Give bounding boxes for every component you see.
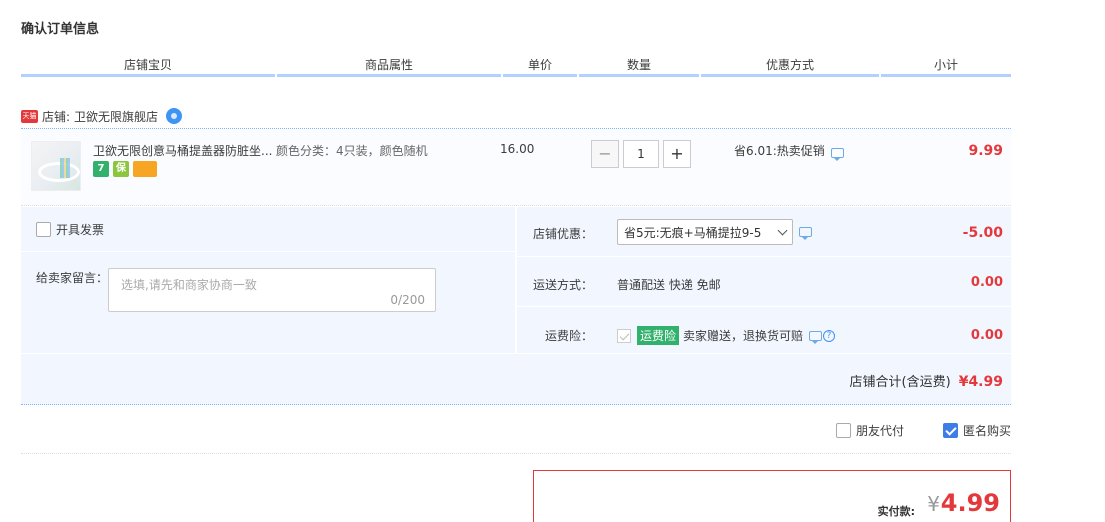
- shop-discount-amount: -5.00: [962, 225, 1003, 241]
- insurance-text: 卖家赠送，退换货可赔: [683, 329, 804, 343]
- friend-pay-checkbox[interactable]: [836, 423, 851, 438]
- seven-day-return-icon[interactable]: 7: [93, 161, 109, 177]
- seller-message-input[interactable]: 选填,请先和商家协商一致 0/200: [108, 268, 436, 312]
- shop-label: 店铺:: [42, 109, 71, 124]
- comment-icon[interactable]: [830, 147, 844, 161]
- shop-total-amount: ¥4.99: [958, 374, 1003, 390]
- comment-icon[interactable]: [809, 330, 823, 344]
- item-subtotal: 9.99: [968, 143, 1003, 159]
- shop-discount-value: 省5元:无痕+马桶提拉9-5: [624, 225, 762, 240]
- anonymous-option[interactable]: 匿名购买: [943, 422, 1011, 439]
- right-options-panel: 店铺优惠： 省5元:无痕+马桶提拉9-5 -5.00 运送方式： 普通配送 快递…: [517, 207, 1011, 353]
- col-header-attr: 商品属性: [277, 57, 501, 77]
- item-thumbnail[interactable]: [31, 141, 81, 191]
- col-header-promo: 优惠方式: [701, 57, 879, 77]
- shipping-amount: 0.00: [970, 275, 1003, 290]
- insurance-label: 运费险：: [544, 329, 593, 343]
- invoice-label: 开具发票: [56, 223, 105, 237]
- col-header-subtotal: 小计: [881, 57, 1011, 77]
- help-icon[interactable]: ?: [823, 329, 836, 342]
- order-options: 开具发票 给卖家留言： 选填,请先和商家协商一致 0/200 店铺优惠： 省5元…: [21, 207, 1011, 353]
- shop-discount-label: 店铺优惠：: [532, 227, 593, 241]
- message-label: 给卖家留言：: [36, 271, 109, 285]
- qty-plus-button[interactable]: +: [663, 140, 691, 168]
- item-row: 卫欲无限创意马桶提盖器防脏坐... 7 保 颜色分类：4只装，颜色随机 16.0…: [21, 128, 1011, 206]
- quantity-stepper: − 1 +: [591, 140, 691, 168]
- message-placeholder: 选填,请先和商家协商一致: [121, 278, 257, 292]
- tmall-icon: 天猫: [21, 109, 38, 123]
- col-header-item: 店铺宝贝: [21, 57, 275, 77]
- shipping-value: 普通配送 快递 免邮: [617, 278, 721, 292]
- shop-line: 天猫 店铺: 卫欲无限旗舰店: [21, 106, 183, 126]
- shop-discount-select[interactable]: 省5元:无痕+马桶提拉9-5: [617, 219, 793, 245]
- payment-label: 实付款:: [877, 505, 915, 518]
- guarantee-icon[interactable]: 保: [113, 161, 129, 177]
- col-header-price: 单价: [503, 57, 577, 77]
- credit-card-icon[interactable]: [133, 161, 157, 177]
- shipping-label: 运送方式：: [532, 278, 593, 292]
- item-service-badges: 7 保: [93, 161, 157, 177]
- item-promo: 省6.01:热卖促销: [734, 142, 844, 161]
- shop-name-link[interactable]: 卫欲无限旗舰店: [74, 108, 158, 125]
- item-attributes: 颜色分类：4只装，颜色随机: [276, 144, 428, 158]
- insurance-checkbox[interactable]: [617, 328, 631, 343]
- comment-icon[interactable]: [799, 227, 812, 240]
- message-char-count: 0/200: [390, 293, 425, 307]
- qty-minus-button[interactable]: −: [591, 140, 619, 168]
- payment-currency: ¥: [927, 492, 940, 516]
- anonymous-label: 匿名购买: [963, 424, 1012, 438]
- column-headers: 店铺宝贝 商品属性 单价 数量 优惠方式 小计: [21, 57, 1011, 77]
- chevron-down-icon: [777, 225, 788, 235]
- section-title: 确认订单信息: [21, 22, 100, 37]
- invoice-checkbox[interactable]: [36, 222, 51, 237]
- shop-total-bar: 店铺合计(含运费) ¥4.99: [21, 354, 1011, 405]
- invoice-option[interactable]: 开具发票: [36, 221, 104, 238]
- insurance-badge: 运费险: [637, 326, 680, 345]
- left-options-panel: 开具发票 给卖家留言： 选填,请先和商家协商一致 0/200: [21, 207, 515, 353]
- friend-pay-option[interactable]: 朋友代付: [836, 422, 904, 439]
- extra-options: 朋友代付 匿名购买: [21, 418, 1011, 454]
- insurance-amount: 0.00: [970, 328, 1003, 343]
- shop-total-label: 店铺合计(含运费): [849, 375, 951, 390]
- item-unit-price: 16.00: [500, 142, 535, 156]
- col-header-qty: 数量: [579, 57, 699, 77]
- promo-text: 省6.01:热卖促销: [734, 144, 825, 158]
- payment-amount: 4.99: [940, 489, 1000, 517]
- qty-input[interactable]: 1: [623, 140, 659, 168]
- anonymous-checkbox[interactable]: [943, 423, 958, 438]
- friend-pay-label: 朋友代付: [856, 424, 905, 438]
- wangwang-chat-icon[interactable]: [166, 108, 183, 124]
- payment-box: 实付款: ¥ 4.99: [533, 470, 1011, 522]
- item-title-link[interactable]: 卫欲无限创意马桶提盖器防脏坐...: [93, 142, 273, 159]
